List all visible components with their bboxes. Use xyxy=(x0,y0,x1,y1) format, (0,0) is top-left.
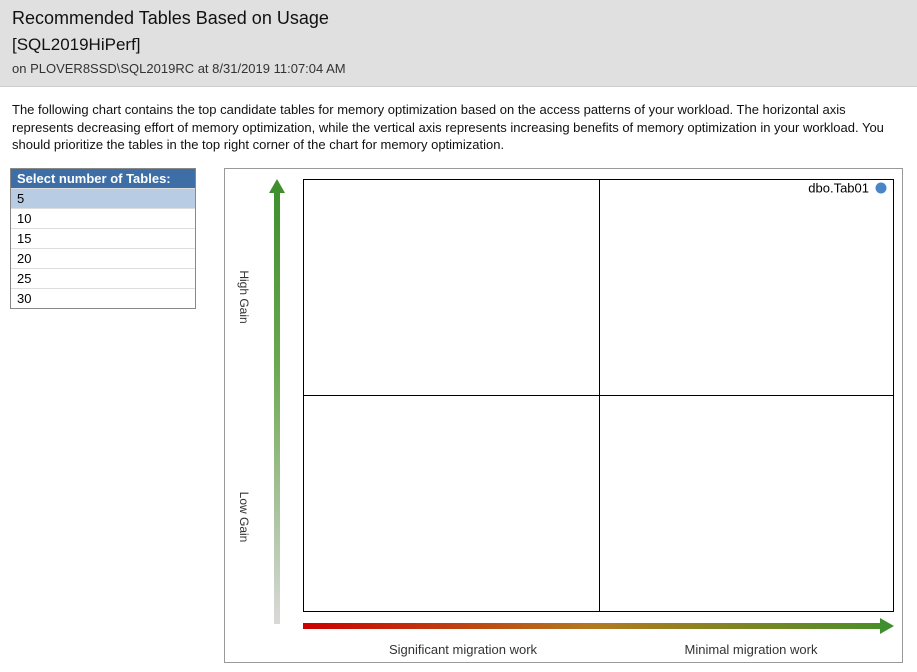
y-axis-label-high: High Gain xyxy=(237,270,251,323)
report-meta: on PLOVER8SSD\SQL2019RC at 8/31/2019 11:… xyxy=(12,61,905,76)
report-title: Recommended Tables Based on Usage xyxy=(12,8,905,29)
y-axis-arrow-icon xyxy=(269,179,285,624)
data-point-dbo-tab01[interactable] xyxy=(876,183,887,194)
selector-header: Select number of Tables: xyxy=(11,169,195,188)
selector-option-20[interactable]: 20 xyxy=(11,248,195,268)
data-label-dbo-tab01: dbo.Tab01 xyxy=(808,181,869,196)
selector-option-5[interactable]: 5 xyxy=(11,188,195,208)
database-name: [SQL2019HiPerf] xyxy=(12,35,905,55)
selector-option-25[interactable]: 25 xyxy=(11,268,195,288)
table-count-selector: Select number of Tables: 5 10 15 20 25 3… xyxy=(10,168,196,309)
quadrant-chart: High Gain Low Gain dbo.Tab01 Significant… xyxy=(224,168,903,663)
x-axis-label-significant: Significant migration work xyxy=(389,642,537,657)
report-header: Recommended Tables Based on Usage [SQL20… xyxy=(0,0,917,87)
selector-option-15[interactable]: 15 xyxy=(11,228,195,248)
x-axis-arrow-icon xyxy=(303,618,894,634)
report-description: The following chart contains the top can… xyxy=(0,87,917,162)
x-axis-label-minimal: Minimal migration work xyxy=(685,642,818,657)
plot-area: dbo.Tab01 xyxy=(303,179,894,612)
y-axis-label-low: Low Gain xyxy=(237,491,251,542)
selector-option-30[interactable]: 30 xyxy=(11,288,195,308)
quadrant-horizontal-divider xyxy=(304,395,893,396)
selector-option-10[interactable]: 10 xyxy=(11,208,195,228)
content-row: Select number of Tables: 5 10 15 20 25 3… xyxy=(0,162,917,669)
